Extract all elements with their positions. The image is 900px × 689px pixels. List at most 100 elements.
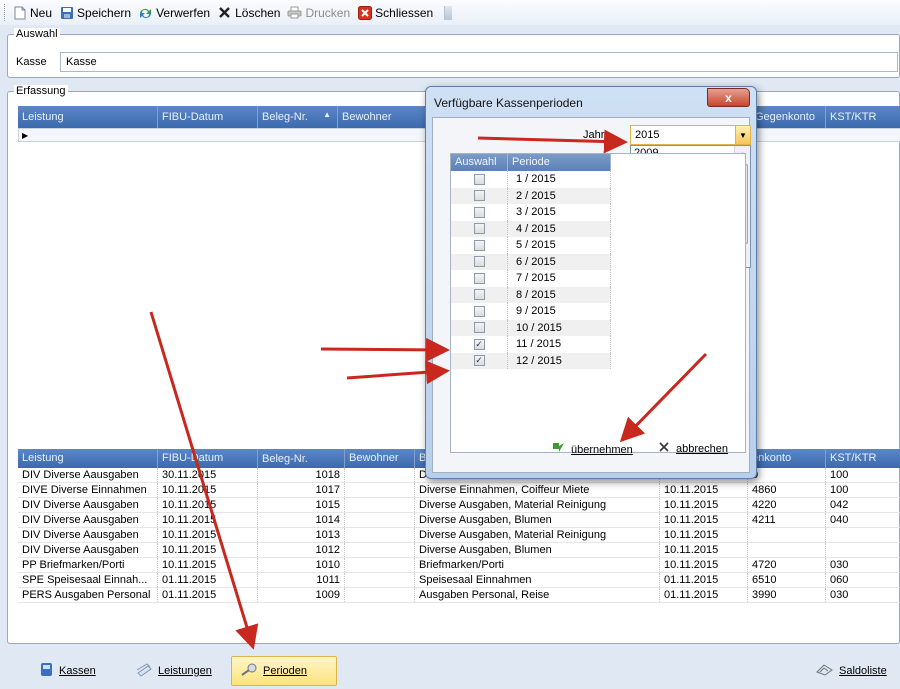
save-button[interactable]: Speichern	[59, 5, 131, 20]
cash-register-icon	[40, 662, 53, 680]
table-row[interactable]: DIV Diverse Aausgaben 10.11.2015 1014 Diver…	[18, 513, 900, 528]
list-col-fibu-datum[interactable]: FIBU-Datum	[158, 449, 258, 468]
table-cell-kst: 100	[826, 483, 900, 497]
period-rows: 1 / 2015 2 / 2015 3 / 2015 4 / 2015 5 / 2015…	[451, 171, 745, 369]
table-cell-datum: 10.11.2015	[158, 543, 258, 557]
col-beleg-nr[interactable]: Beleg-Nr. ▲	[258, 106, 338, 128]
table-row[interactable]: PERS Ausgaben Personal 01.11.2015 1009 Ausg…	[18, 588, 900, 603]
table-cell-kst: 060	[826, 573, 900, 587]
period-row[interactable]: ✓ 11 / 2015	[451, 336, 611, 353]
table-cell-kst: 042	[826, 498, 900, 512]
table-row[interactable]: SPE Speisesaal Einnah... 01.11.2015 1011 Sp…	[18, 573, 900, 588]
period-checkbox-cell	[451, 270, 508, 287]
period-row[interactable]: 10 / 2015	[451, 319, 611, 336]
table-cell-konto: 0	[748, 468, 826, 482]
save-icon	[59, 5, 74, 20]
table-cell-datum: 10.11.2015	[158, 513, 258, 527]
perioden-dialog: Verfügbare Kassenperioden x Jahr: 2015 ▼…	[425, 86, 757, 479]
period-checkbox[interactable]	[473, 256, 485, 268]
period-checkbox[interactable]: ✓	[473, 338, 485, 350]
print-button[interactable]: Drucken	[287, 5, 350, 20]
calculator-icon	[816, 663, 833, 679]
table-cell-konto	[748, 528, 826, 542]
period-row[interactable]: 1 / 2015	[451, 171, 611, 188]
period-checkbox-cell	[451, 187, 508, 204]
period-checkbox[interactable]	[473, 305, 485, 317]
period-checkbox-cell: ✓	[451, 336, 508, 353]
jahr-label: Jahr:	[583, 129, 608, 141]
period-row[interactable]: ✓ 12 / 2015	[451, 352, 611, 369]
period-row[interactable]: 4 / 2015	[451, 220, 611, 237]
table-row[interactable]: DIVE Diverse Einnahmen 10.11.2015 1017 Dive…	[18, 483, 900, 498]
abbrechen-button[interactable]: abbrechen	[658, 441, 728, 456]
table-cell-datum2: 10.11.2015	[660, 543, 748, 557]
dialog-close-button[interactable]: x	[707, 88, 750, 107]
col-bewohner[interactable]: Bewohner	[338, 106, 428, 128]
table-cell-datum: 10.11.2015	[158, 498, 258, 512]
period-label: 10 / 2015	[508, 319, 611, 336]
period-checkbox[interactable]: ✓	[473, 355, 485, 367]
list-col-leistung[interactable]: Leistung	[18, 449, 158, 468]
kasse-field[interactable]: Kasse	[60, 52, 898, 72]
table-cell-leistung: PERS Ausgaben Personal	[18, 588, 158, 602]
period-checkbox[interactable]	[473, 173, 485, 185]
period-row[interactable]: 2 / 2015	[451, 187, 611, 204]
cancel-x-icon	[658, 441, 670, 456]
period-label: 7 / 2015	[508, 270, 611, 287]
period-checkbox[interactable]	[473, 272, 485, 284]
uebernehmen-button[interactable]: übernehmen	[551, 441, 633, 458]
period-row[interactable]: 9 / 2015	[451, 303, 611, 320]
period-row[interactable]: 7 / 2015	[451, 270, 611, 287]
list-col-beleg-nr[interactable]: Beleg-Nr.	[258, 449, 345, 468]
saldoliste-button[interactable]: Saldoliste	[808, 656, 895, 686]
table-cell-leistung: PP Briefmarken/Porti	[18, 558, 158, 572]
table-cell-bewohner	[345, 558, 415, 572]
table-cell-kst: 100	[826, 468, 900, 482]
erfassung-title: Erfassung	[14, 85, 68, 97]
table-row[interactable]: PP Briefmarken/Porti 10.11.2015 1010 Briefm…	[18, 558, 900, 573]
toolbar-grip[interactable]	[4, 4, 7, 21]
new-button[interactable]: Neu	[12, 5, 52, 20]
stack-icon	[136, 662, 152, 680]
period-checkbox[interactable]	[473, 223, 485, 235]
col-kst-ktr[interactable]: KST/KTR	[826, 106, 900, 128]
period-checkbox[interactable]	[473, 322, 485, 334]
leistungen-button[interactable]: Leistungen	[128, 656, 220, 686]
table-cell-beleg: 1013	[258, 528, 345, 542]
close-red-x-icon	[357, 5, 372, 20]
table-row[interactable]: DIV Diverse Aausgaben 10.11.2015 1013 Diver…	[18, 528, 900, 543]
period-row[interactable]: 5 / 2015	[451, 237, 611, 254]
perioden-button[interactable]: Perioden	[231, 656, 337, 686]
period-row[interactable]: 6 / 2015	[451, 253, 611, 270]
list-col-gegenkonto[interactable]: enkonto	[748, 449, 826, 468]
col-leistung[interactable]: Leistung	[18, 106, 158, 128]
toolbar-overflow[interactable]	[444, 5, 453, 20]
period-checkbox[interactable]	[473, 239, 485, 251]
table-cell-bewohner	[345, 513, 415, 527]
period-checkbox-cell	[451, 253, 508, 270]
period-checkbox[interactable]	[473, 289, 485, 301]
discard-button[interactable]: Verwerfen	[138, 5, 210, 20]
jahr-combobox[interactable]: 2015 ▼	[630, 125, 751, 145]
table-row[interactable]: DIV Diverse Aausgaben 10.11.2015 1012 Diver…	[18, 543, 900, 558]
col-auswahl[interactable]: Auswahl	[451, 154, 508, 171]
col-periode[interactable]: Periode	[508, 154, 611, 171]
period-row[interactable]: 8 / 2015	[451, 286, 611, 303]
list-col-kst-ktr[interactable]: KST/KTR	[826, 449, 900, 468]
table-cell-leistung: DIV Diverse Aausgaben	[18, 468, 158, 482]
delete-button[interactable]: Löschen	[217, 5, 280, 20]
new-document-icon	[12, 5, 27, 20]
period-checkbox-cell	[451, 237, 508, 254]
table-row[interactable]: DIV Diverse Aausgaben 10.11.2015 1015 Diver…	[18, 498, 900, 513]
uebernehmen-label: übernehmen	[571, 443, 633, 456]
list-col-bewohner[interactable]: Bewohner	[345, 449, 415, 468]
period-checkbox[interactable]	[473, 190, 485, 202]
chevron-down-icon[interactable]: ▼	[735, 126, 750, 144]
col-gegenkonto[interactable]: Gegenkonto	[751, 106, 826, 128]
table-cell-bewohner	[345, 468, 415, 482]
period-row[interactable]: 3 / 2015	[451, 204, 611, 221]
kassen-button[interactable]: Kassen	[32, 656, 104, 686]
close-button[interactable]: Schliessen	[357, 5, 433, 20]
period-checkbox[interactable]	[473, 206, 485, 218]
col-fibu-datum[interactable]: FIBU-Datum	[158, 106, 258, 128]
